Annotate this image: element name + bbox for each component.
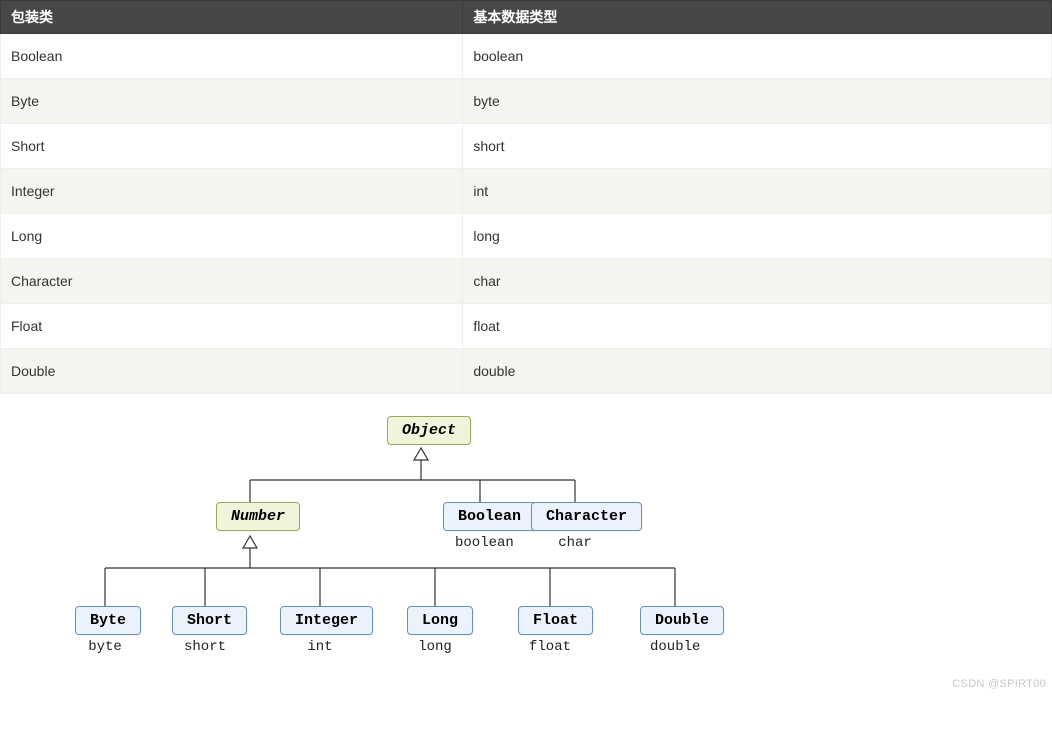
sublabel-double: double [650, 639, 700, 655]
cell-wrapper: Integer [1, 169, 463, 214]
table-row: Doubledouble [1, 349, 1052, 394]
node-boolean: Boolean [443, 502, 536, 531]
node-short: Short [172, 606, 247, 635]
sublabel-character: char [553, 535, 597, 551]
node-byte: Byte [75, 606, 141, 635]
cell-primitive: int [463, 169, 1052, 214]
sublabel-short: short [181, 639, 229, 655]
cell-primitive: boolean [463, 34, 1052, 79]
sublabel-long: long [413, 639, 457, 655]
wrapper-class-table: 包装类 基本数据类型 Booleanboolean Bytebyte Short… [0, 0, 1052, 394]
cell-primitive: byte [463, 79, 1052, 124]
cell-primitive: short [463, 124, 1052, 169]
table-row: Characterchar [1, 259, 1052, 304]
node-integer: Integer [280, 606, 373, 635]
node-number: Number [216, 502, 300, 531]
watermark: CSDN @SPIRT00 [952, 678, 1046, 690]
table-row: Bytebyte [1, 79, 1052, 124]
cell-wrapper: Long [1, 214, 463, 259]
cell-primitive: char [463, 259, 1052, 304]
cell-wrapper: Double [1, 349, 463, 394]
sublabel-integer: int [302, 639, 338, 655]
cell-wrapper: Byte [1, 79, 463, 124]
node-object: Object [387, 416, 471, 445]
cell-primitive: double [463, 349, 1052, 394]
node-double: Double [640, 606, 724, 635]
cell-wrapper: Short [1, 124, 463, 169]
node-float: Float [518, 606, 593, 635]
sublabel-boolean: boolean [455, 535, 505, 551]
cell-primitive: float [463, 304, 1052, 349]
col-header-wrapper: 包装类 [1, 1, 463, 34]
table-row: Floatfloat [1, 304, 1052, 349]
node-long: Long [407, 606, 473, 635]
sublabel-byte: byte [83, 639, 127, 655]
sublabel-float: float [526, 639, 574, 655]
node-character: Character [531, 502, 642, 531]
cell-wrapper: Float [1, 304, 463, 349]
table-row: Shortshort [1, 124, 1052, 169]
cell-primitive: long [463, 214, 1052, 259]
class-hierarchy-diagram: Object Number Boolean boolean Character … [50, 394, 770, 694]
cell-wrapper: Character [1, 259, 463, 304]
col-header-primitive: 基本数据类型 [463, 1, 1052, 34]
table-row: Booleanboolean [1, 34, 1052, 79]
cell-wrapper: Boolean [1, 34, 463, 79]
table-row: Integerint [1, 169, 1052, 214]
table-row: Longlong [1, 214, 1052, 259]
